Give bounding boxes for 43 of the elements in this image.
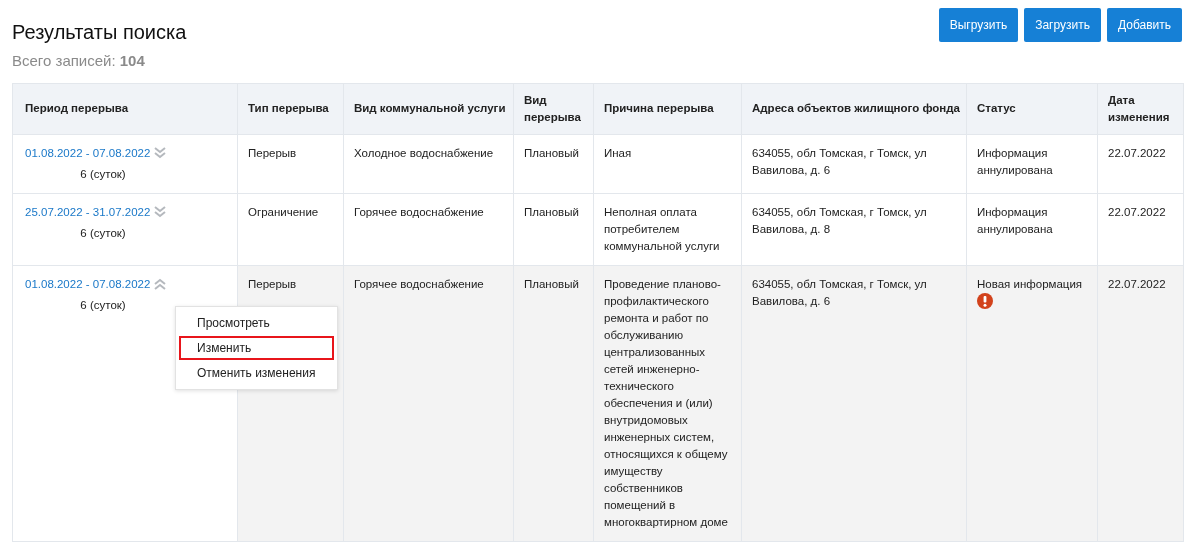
table-cell: 634055, обл Томская, г Томск, ул Вавилова, д. 8 [741, 193, 967, 265]
records-count: Всего записей: 104 [12, 51, 146, 71]
table-cell: 22.07.2022 [1097, 134, 1184, 193]
table-cell: Плановый [513, 193, 594, 265]
duration-text: 6 (суток) [79, 225, 127, 241]
table-cell: Иная [593, 134, 742, 193]
table-cell: 634055, обл Томская, г Томск, ул Вавилова, д. 6 [741, 265, 967, 541]
expand-chevron-icon[interactable] [153, 147, 168, 160]
period-link[interactable]: 01.08.2022 - 07.08.2022 [25, 277, 151, 290]
table-cell: Проведение планово-профилактического ремонта и работ по обслуживанию централизованных сетей инженерно-технического обеспечения и (или) внутридомовых инженерных систем, относящихся к общему имуществу собственников помещений в многоквартирном доме [593, 265, 742, 541]
duration-text: 6 (суток) [79, 297, 127, 313]
table-cell: Горячее водоснабжение [343, 193, 514, 265]
table-cell: Холодное водоснабжение [343, 134, 514, 193]
column-header: Адреса объектов жилищного фонда [741, 83, 967, 134]
table-cell: 634055, обл Томская, г Томск, ул Вавилова, д. 6 [741, 134, 967, 193]
period-link[interactable]: 01.08.2022 - 07.08.2022 [25, 146, 151, 159]
column-header: Тип перерыва [237, 83, 344, 134]
action-button[interactable]: Выгрузить [938, 8, 1019, 42]
table-cell: Ограничение [237, 193, 344, 265]
period-link[interactable]: 25.07.2022 - 31.07.2022 [25, 205, 151, 218]
action-button[interactable]: Загрузить [1024, 8, 1101, 42]
table-cell: Плановый [513, 134, 594, 193]
page-title: Результаты поиска [12, 20, 187, 44]
table-cell: 22.07.2022 [1097, 265, 1184, 541]
column-header: Причина перерыва [593, 83, 742, 134]
duration-text: 6 (суток) [79, 166, 127, 182]
status-text: Информация аннулирована [977, 146, 1053, 176]
table-cell: 22.07.2022 [1097, 193, 1184, 265]
table-cell: Плановый [513, 265, 594, 541]
column-header: Статус [966, 83, 1098, 134]
action-button[interactable]: Добавить [1106, 8, 1182, 42]
column-header: Вид перерыва [513, 83, 594, 134]
column-header: Вид коммунальной услуги [343, 83, 514, 134]
table-cell: Перерыв [237, 134, 344, 193]
expand-chevron-icon[interactable] [153, 206, 168, 219]
menu-item[interactable]: Изменить [179, 335, 334, 360]
status-text: Новая информация [977, 277, 1083, 290]
column-header: Период перерыва [12, 83, 238, 134]
table-cell: Неполная оплата потребителем коммунальной услуги [593, 193, 742, 265]
status-text: Информация аннулирована [977, 205, 1053, 235]
collapse-chevron-icon[interactable] [153, 278, 168, 291]
column-header: Дата изменения [1097, 83, 1184, 134]
table-cell: Горячее водоснабжение [343, 265, 514, 541]
